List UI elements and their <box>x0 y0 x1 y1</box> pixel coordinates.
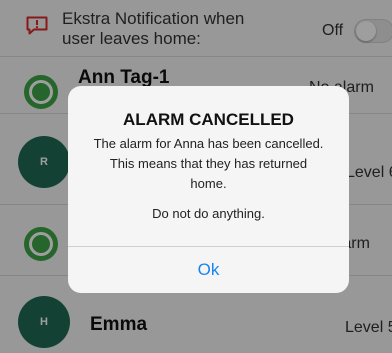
alarm-cancelled-dialog: ALARM CANCELLED The alarm for Anna has b… <box>68 86 349 293</box>
dialog-note: Do not do anything. <box>152 206 265 221</box>
dialog-title: ALARM CANCELLED <box>123 110 294 129</box>
dialog-message: The alarm for Anna has been cancelled. T… <box>93 136 324 191</box>
ok-button[interactable]: Ok <box>68 247 349 293</box>
